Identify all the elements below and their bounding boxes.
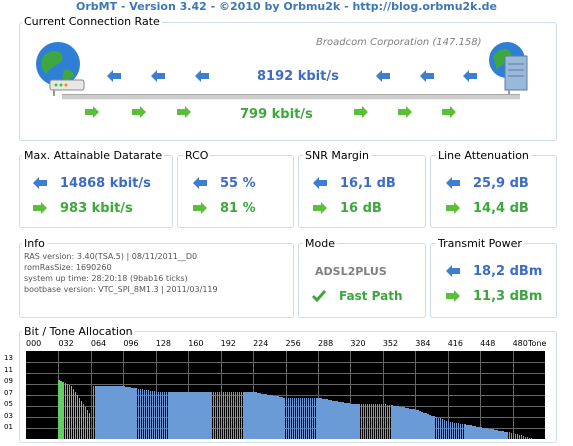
arrow-right-icon [193, 202, 207, 214]
connection-line [62, 94, 520, 100]
arrow-right-icon [446, 202, 460, 214]
arrow-left-icon [376, 70, 390, 82]
x-tick-label: 416 [447, 339, 463, 348]
x-tick-label: 000 [26, 339, 42, 348]
y-tick-label: 09 [4, 377, 13, 385]
attainable-up: 983 kbit/s [60, 201, 133, 216]
arrow-right-icon [313, 202, 327, 214]
arrow-right-icon [177, 106, 191, 118]
info-line: system up time: 28:20:18 (9bab16 ticks) [24, 274, 188, 283]
attainable-down: 14868 kbit/s [60, 176, 151, 191]
arrow-right-icon [33, 202, 47, 214]
arrow-left-icon [195, 70, 209, 82]
bittone-legend: Bit / Tone Allocation [22, 325, 135, 338]
arrow-right-icon [398, 106, 412, 118]
arrow-left-icon [446, 177, 460, 189]
y-tick-label: 03 [4, 411, 13, 420]
connection-legend: Current Connection Rate [22, 15, 162, 28]
attainable-panel [19, 155, 173, 228]
arrow-right-icon [446, 290, 460, 302]
arrow-left-icon [151, 70, 165, 82]
modem-globe-icon [36, 42, 85, 96]
arrow-left-icon [420, 70, 434, 82]
rco-legend: RCO [183, 149, 211, 162]
server-globe-icon [489, 42, 528, 96]
arrow-right-icon [85, 106, 99, 118]
attenuation-down: 25,9 dB [473, 176, 529, 191]
x-tick-label: 288 [317, 339, 334, 348]
arrow-left-icon [107, 70, 121, 82]
transmit-legend: Transmit Power [436, 237, 524, 250]
mode-panel [298, 243, 426, 318]
tone-bar [530, 438, 533, 439]
attenuation-legend: Line Attenuation [436, 149, 531, 162]
grid-line [26, 384, 545, 385]
attenuation-up: 14,4 dB [473, 201, 529, 216]
path-value: Fast Path [339, 289, 403, 303]
transmit-up: 11,3 dBm [473, 289, 543, 304]
arrow-right-icon [354, 106, 368, 118]
snr-up: 16 dB [340, 201, 382, 216]
arrow-right-icon [132, 106, 146, 118]
snr-legend: SNR Margin [303, 149, 371, 162]
arrow-left-icon [33, 177, 47, 189]
attenuation-panel [430, 155, 557, 228]
grid-line [26, 362, 545, 363]
mode-legend: Mode [303, 237, 337, 250]
arrow-right-icon [442, 106, 456, 118]
y-tick-label: 01 [4, 423, 13, 431]
x-tick-label: 192 [220, 339, 236, 348]
y-tick-label: 11 [4, 365, 13, 374]
y-tick-label: 13 [4, 354, 13, 362]
x-tick-label: 320 [350, 339, 366, 348]
x-tick-label: 096 [123, 339, 139, 348]
tone-axis-label: Tone [528, 339, 547, 348]
downstream-rate: 8192 kbit/s [257, 69, 339, 84]
info-line: bootbase version: VTC_SPI_8M1.3 | 2011/0… [24, 285, 218, 294]
x-tick-label: 480 [512, 339, 528, 348]
x-tick-label: 384 [415, 339, 431, 348]
x-tick-label: 352 [382, 339, 399, 348]
x-tick-label: 256 [285, 339, 301, 348]
transmit-panel [430, 243, 557, 318]
arrow-left-icon [463, 70, 477, 82]
snr-panel [298, 155, 426, 228]
info-line: RAS version: 3.40(TSA.5) | 08/11/2011__D… [24, 252, 198, 261]
grid-line [26, 373, 545, 374]
x-tick-label: 224 [253, 339, 269, 348]
vendor-label: Broadcom Corporation (147.158) [316, 37, 482, 48]
rco-down: 55 % [220, 176, 256, 191]
transmit-down: 18,2 dBm [473, 264, 543, 279]
y-tick-label: 05 [4, 400, 13, 408]
bittone-chart [26, 351, 545, 439]
y-tick-label: 07 [4, 388, 13, 397]
snr-down: 16,1 dB [340, 176, 396, 191]
info-line: romRasSize: 1690260 [24, 263, 112, 272]
x-tick-label: 032 [58, 339, 74, 348]
app-title: OrbMT - Version 3.42 - ©2010 by Orbmu2k … [75, 0, 498, 13]
x-tick-label: 160 [188, 339, 204, 348]
upstream-rate: 799 kbit/s [240, 107, 313, 122]
arrow-left-icon [193, 177, 207, 189]
mode-value: ADSL2PLUS [315, 265, 387, 278]
rco-up: 81 % [220, 201, 256, 216]
info-legend: Info [22, 237, 47, 250]
rco-panel [177, 155, 294, 228]
x-tick-label: 448 [480, 339, 496, 348]
arrow-left-icon [313, 177, 327, 189]
attainable-legend: Max. Attainable Datarate [22, 149, 165, 162]
x-tick-label: 128 [155, 339, 172, 348]
check-icon [312, 290, 326, 302]
x-tick-label: 064 [90, 339, 107, 348]
tone-bar [88, 412, 91, 439]
arrow-left-icon [446, 265, 460, 277]
